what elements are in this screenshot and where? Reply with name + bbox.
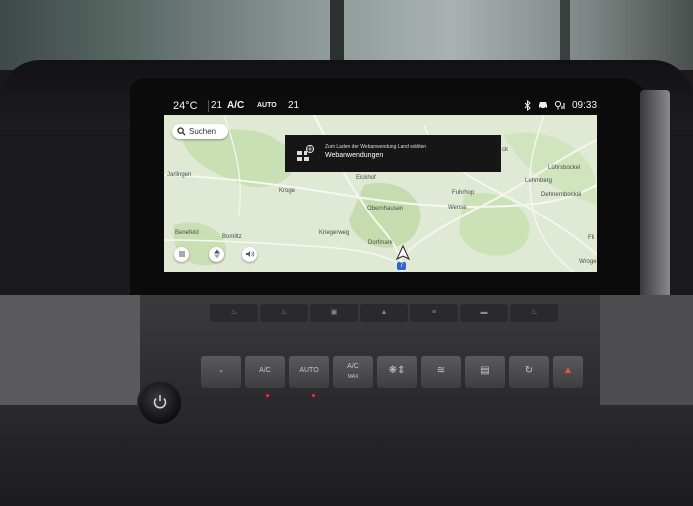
map-label: Lührsbockel [548, 165, 581, 171]
temperature-readout[interactable]: 24°C [173, 100, 198, 112]
temp-right[interactable]: 21 [288, 100, 299, 111]
ac-max-sublabel: MAX [347, 374, 359, 380]
map-label: Lehmberg [525, 178, 553, 184]
map-label: Jarlingen [167, 172, 192, 178]
menu-icon [178, 251, 186, 260]
map-label: ck [502, 147, 508, 153]
fan-speed-button[interactable]: ❋⇕ [377, 356, 417, 388]
rear-defrost-button[interactable]: ▤ [465, 356, 505, 388]
map-label: Wense [448, 205, 467, 211]
hazard-button[interactable]: ▲ [553, 356, 583, 388]
map-label: Bomlitz [222, 234, 242, 240]
auto-button[interactable]: AUTO [289, 356, 329, 388]
power-volume-knob[interactable] [137, 380, 183, 426]
map-label: Dorfmark [368, 240, 393, 246]
recirculation-icon: ↻ [524, 365, 534, 376]
seat-heat-icon: ♨ [230, 309, 238, 316]
car-icon: ▣ [330, 309, 338, 316]
ac-max-label: A/C [347, 363, 359, 370]
map-label: Obernhausen [367, 206, 404, 212]
auto-indicator-led [312, 394, 315, 397]
map-label: Kriegerweg [319, 230, 350, 236]
search-icon [177, 127, 186, 138]
web-apps-icon [295, 144, 315, 169]
front-defrost-button[interactable]: ≋ [421, 356, 461, 388]
car-icon [537, 100, 549, 113]
route-shield: 7 [397, 262, 406, 270]
map-label: Wroge [579, 259, 597, 265]
map-label: Benefeld [175, 230, 199, 236]
home-button[interactable]: ▲ [360, 304, 408, 322]
map-label: Kroge [279, 188, 296, 194]
seat-heat-button[interactable]: ♨ [210, 304, 258, 322]
lane-icon: ≡ [431, 309, 437, 316]
search-label: Suchen [189, 127, 217, 136]
temp-down-button[interactable]: ⌄ [201, 356, 241, 388]
hazard-icon: ▲ [563, 365, 573, 376]
map-label: Fli [588, 235, 595, 241]
volume-button[interactable] [242, 247, 257, 262]
ac-button[interactable]: A/C [245, 356, 285, 388]
steering-heat-icon: ♨ [280, 309, 288, 316]
seat-button[interactable]: ♨ [510, 304, 558, 322]
rear-defrost-top-button[interactable]: ▬ [460, 304, 508, 322]
ac-toggle[interactable]: A/C [227, 100, 244, 111]
status-bar: 24°C 21 A/C AUTO 21 09:33 [164, 97, 597, 115]
toast-title: Webanwendungen [325, 152, 384, 159]
home-icon: ▲ [380, 309, 388, 316]
windshield-defrost-icon: ≋ [436, 365, 446, 376]
seat-icon: ♨ [530, 309, 538, 316]
chevron-icon: ⌄ [218, 367, 224, 374]
recirculation-button[interactable]: ↻ [509, 356, 549, 388]
compass-button[interactable] [209, 247, 224, 262]
ac-indicator-led [266, 394, 269, 397]
clock: 09:33 [572, 100, 597, 111]
power-icon [151, 393, 169, 416]
map-label: Eickhof [356, 175, 376, 181]
console-trim-left [0, 295, 140, 405]
fan-level[interactable]: 21 [211, 100, 222, 111]
map-label: Fuhrhop [452, 190, 475, 196]
menu-button[interactable] [174, 247, 189, 262]
auto-toggle[interactable]: AUTO [257, 102, 277, 109]
lane-assist-button[interactable]: ≡ [410, 304, 458, 322]
divider [208, 100, 209, 112]
speaker-icon [245, 251, 255, 260]
console-trim-right [600, 295, 693, 405]
search-button[interactable]: Suchen [172, 124, 228, 139]
bezel-side [640, 90, 670, 300]
notification-toast[interactable]: Zum Laden der Webanwendung Land wählen W… [285, 135, 501, 172]
rear-defrost-icon: ▤ [480, 365, 490, 376]
ac-max-button[interactable]: A/C MAX [333, 356, 373, 388]
steering-heat-button[interactable]: ♨ [260, 304, 308, 322]
toast-subtitle: Zum Laden der Webanwendung Land wählen [325, 144, 427, 150]
fan-icon: ❋⇕ [388, 365, 406, 376]
compass-icon [213, 249, 221, 261]
infotainment-screen: 24°C 21 A/C AUTO 21 09:33 Jarlingen Krog… [164, 97, 597, 272]
bluetooth-icon [524, 99, 532, 114]
vehicle-button[interactable]: ▣ [310, 304, 358, 322]
defrost-icon: ▬ [480, 309, 488, 316]
map-label: Dehnernbockel [541, 192, 582, 198]
location-signal-icon [554, 100, 566, 113]
